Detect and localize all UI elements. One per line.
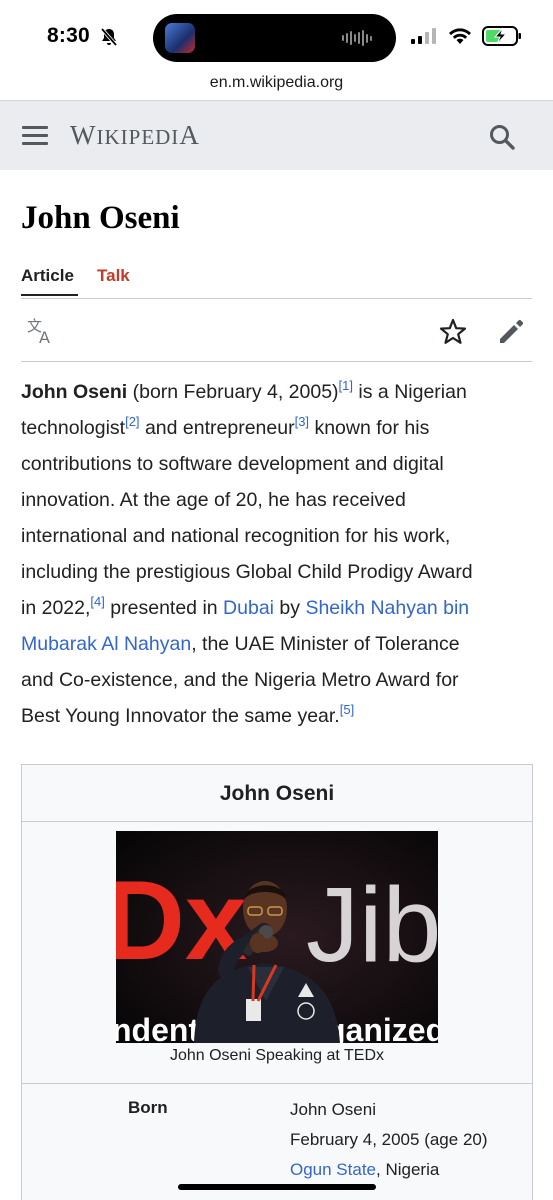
backdrop-text: ndent [116, 1012, 199, 1043]
tab-article[interactable]: Article [21, 266, 74, 286]
cellular-signal-icon [411, 28, 436, 44]
lead-text: Best Young Innovator the same year. [21, 705, 340, 727]
infobox: John Oseni Dx Jib ndent ganized John Ose… [21, 764, 533, 1200]
wikipedia-header: WIKIPEDIA [0, 100, 553, 170]
search-icon[interactable] [488, 123, 516, 151]
wifi-icon [449, 28, 471, 44]
ogun-state-link[interactable]: Ogun State [290, 1160, 376, 1179]
article-subject-name: John Oseni [21, 381, 128, 403]
page-title: John Oseni [21, 200, 180, 236]
tedx-stage-photo: Dx Jib ndent ganized [116, 831, 438, 1043]
status-time: 8:30 [47, 24, 90, 47]
tabs-divider [21, 298, 532, 299]
infobox-caption: John Oseni Speaking at TEDx [169, 1047, 385, 1064]
lead-text: presented in [104, 597, 224, 619]
edit-icon[interactable] [497, 318, 525, 346]
born-label: Born [128, 1098, 168, 1117]
lead-text: in 2022, [21, 597, 91, 619]
now-playing-app-icon [165, 23, 195, 53]
reference-link[interactable]: [2] [125, 414, 139, 429]
reference-link[interactable]: [5] [340, 702, 354, 717]
lead-text: known for his [309, 417, 430, 439]
lead-text: technologist [21, 417, 126, 439]
battery-charging-icon [482, 26, 521, 46]
status-bar: 8:30 [0, 0, 553, 72]
dynamic-island[interactable] [153, 14, 396, 62]
lead-text: and Co-existence, and the Nigeria Metro … [21, 669, 459, 691]
born-place: Ogun State, Nigeria [290, 1155, 488, 1185]
translate-icon[interactable]: 文 A [27, 317, 57, 345]
lead-text: innovation. At the age of 20, he has rec… [21, 489, 406, 511]
svg-text:A: A [39, 328, 50, 345]
reference-link[interactable]: [1] [339, 378, 353, 393]
reference-link[interactable]: [4] [90, 594, 104, 609]
dubai-link[interactable]: Dubai [223, 597, 274, 619]
born-values: John Oseni February 4, 2005 (age 20) Ogu… [290, 1095, 488, 1185]
infobox-divider [22, 1083, 532, 1084]
sheikh-nahyan-link[interactable]: Sheikh Nahyan bin [305, 597, 469, 619]
bell-slash-icon [100, 27, 118, 47]
backdrop-text: ganized [326, 1012, 438, 1043]
infobox-photo[interactable]: Dx Jib ndent ganized [116, 831, 438, 1043]
lead-text: international and national recognition f… [21, 525, 451, 547]
lead-text: is a Nigerian [353, 381, 467, 403]
hamburger-menu-icon[interactable] [22, 126, 48, 146]
tools-divider [21, 361, 532, 362]
wikipedia-wordmark[interactable]: WIKIPEDIA [70, 120, 200, 151]
infobox-title: John Oseni [22, 765, 532, 822]
reference-link[interactable]: [3] [295, 414, 309, 429]
audio-waveform-icon [342, 30, 372, 46]
lead-text: (born February 4, 2005) [127, 381, 339, 403]
star-icon[interactable] [439, 318, 467, 345]
active-tab-indicator [21, 294, 78, 296]
born-name: John Oseni [290, 1100, 376, 1119]
tab-talk[interactable]: Talk [97, 266, 130, 286]
born-country: , Nigeria [376, 1160, 440, 1179]
lead-text: and entrepreneur [139, 417, 295, 439]
event-name-text: Jib [306, 866, 438, 984]
sheikh-nahyan-link[interactable]: Mubarak Al Nahyan [21, 633, 191, 655]
born-date: February 4, 2005 (age 20) [290, 1130, 488, 1149]
lead-text: , the UAE Minister of Tolerance [191, 633, 460, 655]
lead-paragraph: John Oseni (born February 4, 2005)[1] is… [21, 374, 533, 734]
lead-text: by [274, 597, 306, 619]
url-bar[interactable]: en.m.wikipedia.org [0, 74, 553, 92]
lead-text: including the prestigious Global Child P… [21, 561, 473, 583]
lead-text: contributions to software development an… [21, 453, 444, 475]
home-indicator[interactable] [178, 1184, 376, 1190]
